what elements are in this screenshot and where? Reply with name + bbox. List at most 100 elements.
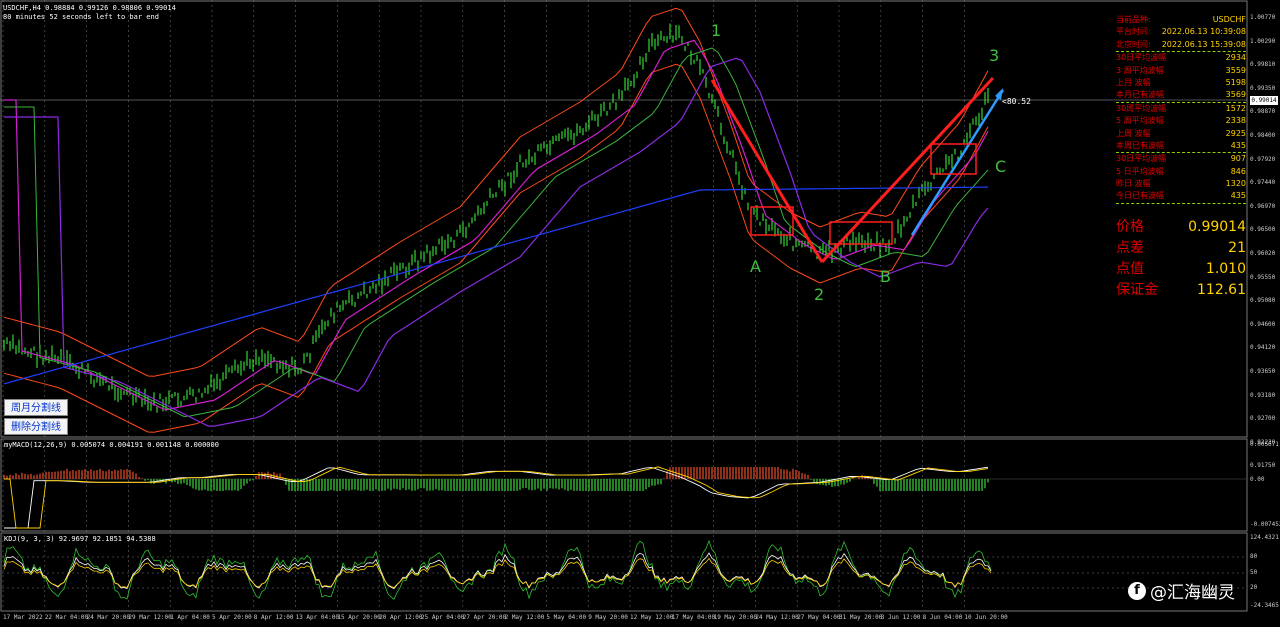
macd-tick-label: 0.005671 bbox=[1250, 441, 1279, 448]
price-tick-label: 0.92700 bbox=[1250, 415, 1276, 423]
time-tick-label: 29 Mar 12:00 bbox=[128, 614, 172, 621]
main-pane-border bbox=[0, 0, 1248, 438]
info-value: 846 bbox=[1230, 166, 1246, 176]
macd-main-line bbox=[4, 466, 989, 529]
time-tick-label: 25 Apr 04:00 bbox=[421, 614, 465, 621]
kdj-indicator bbox=[2, 539, 1246, 600]
time-tick-label: 27 Apr 20:00 bbox=[462, 614, 507, 621]
time-tick-label: 10 Jun 20:00 bbox=[964, 614, 1008, 621]
info-panel: 当前品种: USDCHF 平台时间: 2022.06.13 10:39:08 北京时间:… bbox=[1116, 14, 1246, 204]
price-tick-label: 0.94120 bbox=[1250, 344, 1276, 352]
price-tick-label: 0.97440 bbox=[1250, 179, 1276, 187]
time-tick-label: 31 May 20:00 bbox=[839, 614, 883, 621]
summary-label: 点值 bbox=[1116, 261, 1144, 277]
kdj-header: KDJ(9, 3, 3) 92.9697 92.1851 94.5388 bbox=[4, 535, 156, 543]
price-tick-label: 0.97920 bbox=[1250, 155, 1276, 163]
price-tick-label: 1.00770 bbox=[1250, 14, 1276, 21]
info-value: 1572 bbox=[1225, 103, 1246, 113]
info-value: 907 bbox=[1230, 154, 1246, 164]
time-tick-label: 2 May 12:00 bbox=[504, 614, 545, 621]
price-tick-label: 0.95550 bbox=[1250, 273, 1276, 281]
summary-row: 点值 1.010 bbox=[1116, 259, 1246, 280]
time-tick-label: 9 May 20:00 bbox=[588, 614, 628, 621]
info-row: 30日平均波幅 907 bbox=[1116, 153, 1246, 165]
price-tick-label: 0.98400 bbox=[1250, 132, 1276, 139]
info-value: 2022.06.13 15:39:08 bbox=[1161, 39, 1246, 49]
price-tick-label: 0.96020 bbox=[1250, 250, 1276, 257]
info-row: 5 日平均波幅 846 bbox=[1116, 166, 1246, 178]
info-row: 30周平均波幅 1572 bbox=[1116, 103, 1246, 115]
summary-value: 0.99014 bbox=[1188, 219, 1246, 235]
summary-label: 保证金 bbox=[1116, 282, 1158, 298]
time-tick-label: 27 May 04:00 bbox=[797, 614, 841, 621]
trend-arrow-blue bbox=[910, 89, 1005, 236]
info-value: 435 bbox=[1230, 140, 1246, 150]
week-month-split-button[interactable]: 周月分割线 bbox=[4, 399, 68, 416]
macd-signal-line bbox=[4, 466, 989, 529]
info-value: USDCHF bbox=[1212, 15, 1246, 24]
info-value: 2022.06.13 10:39:08 bbox=[1161, 27, 1246, 37]
info-label: 平台时间: bbox=[1116, 27, 1151, 37]
chart-grid bbox=[2, 0, 965, 610]
mt4-chart-window: USDCHF,H4 0.98884 0.99126 0.98806 0.9901… bbox=[0, 0, 1280, 627]
main-price-chart[interactable] bbox=[0, 0, 1280, 627]
summary-row: 保证金 112.61 bbox=[1116, 280, 1246, 301]
info-value: 2338 bbox=[1225, 116, 1246, 126]
cursor-readout: <80.52 bbox=[1002, 97, 1031, 106]
info-row: 今日已有波幅 435 bbox=[1116, 190, 1246, 204]
info-row: 平台时间: 2022.06.13 10:39:08 bbox=[1116, 26, 1246, 38]
wave-label-c: C bbox=[995, 157, 1007, 176]
wave-label-1: 1 bbox=[711, 21, 722, 40]
price-tick-label: 0.93650 bbox=[1250, 368, 1276, 375]
price-tick-label: 0.99810 bbox=[1250, 61, 1276, 69]
ma-magenta-line bbox=[4, 39, 989, 411]
facebook-icon: f bbox=[1128, 581, 1146, 600]
info-label: 今日已有波幅 bbox=[1116, 191, 1164, 201]
info-row: 上月 波幅 5198 bbox=[1116, 77, 1246, 89]
macd-indicator bbox=[2, 466, 1246, 529]
time-tick-label: 8 Jun 04:00 bbox=[922, 614, 963, 621]
info-label: 昨日 波幅 bbox=[1116, 179, 1151, 189]
time-tick-label: 5 Apr 20:00 bbox=[212, 614, 252, 621]
info-row: 当前品种: USDCHF bbox=[1116, 14, 1246, 26]
time-tick-label: 24 Mar 20:00 bbox=[86, 614, 130, 621]
info-row: 昨日 波幅 1320 bbox=[1116, 178, 1246, 190]
current-price-tag: 0.99014 bbox=[1250, 96, 1278, 105]
info-label: 5 周平均波幅 bbox=[1116, 116, 1164, 126]
macd-tick-label: 0.00 bbox=[1250, 476, 1265, 483]
summary-row: 点差 21 bbox=[1116, 238, 1246, 259]
price-tick-label: 0.93180 bbox=[1250, 391, 1276, 399]
info-value: 1320 bbox=[1225, 179, 1246, 189]
time-tick-label: 1 Apr 04:00 bbox=[170, 614, 210, 621]
summary-row: 价格 0.99014 bbox=[1116, 217, 1246, 238]
summary-label: 价格 bbox=[1116, 219, 1144, 235]
info-label: 30日平均波幅 bbox=[1116, 154, 1167, 164]
wave-label-b: B bbox=[880, 267, 891, 286]
info-value: 3569 bbox=[1225, 90, 1246, 100]
time-tick-label: 17 May 04:00 bbox=[671, 614, 716, 621]
time-tick-label: 3 Jun 12:00 bbox=[880, 614, 921, 621]
price-tick-label: 0.91750 bbox=[1250, 462, 1276, 470]
info-value: 2934 bbox=[1225, 53, 1246, 63]
time-tick-label: 24 May 12:00 bbox=[755, 614, 799, 621]
ma-blue-line bbox=[3, 186, 989, 385]
price-tick-label: 0.98870 bbox=[1250, 108, 1276, 116]
info-row: 北京时间: 2022.06.13 15:39:08 bbox=[1116, 39, 1246, 53]
time-tick-label: 19 May 20:00 bbox=[713, 614, 757, 621]
info-value: 435 bbox=[1230, 191, 1246, 201]
info-row: 本月已有波幅 3569 bbox=[1116, 89, 1246, 103]
wave-label-2: 2 bbox=[814, 285, 825, 304]
brand-name: @汇海幽灵 bbox=[1150, 583, 1235, 603]
info-row: 5 周平均波幅 2338 bbox=[1116, 115, 1246, 127]
brand-watermark: f @汇海幽灵 bbox=[1128, 578, 1235, 603]
time-tick-label: 13 Apr 04:00 bbox=[295, 614, 339, 621]
info-label: 本月已有波幅 bbox=[1116, 90, 1164, 100]
trend-line-up bbox=[820, 76, 995, 264]
bollinger-lower-band bbox=[3, 63, 989, 433]
info-value: 2925 bbox=[1225, 128, 1246, 138]
delete-split-button[interactable]: 删除分割线 bbox=[4, 418, 68, 435]
info-row: 上周 波幅 2925 bbox=[1116, 128, 1246, 140]
kdj-j-line bbox=[3, 539, 992, 600]
price-tick-label: 0.96500 bbox=[1250, 226, 1276, 234]
kdj-tick-label: 20 bbox=[1250, 584, 1258, 591]
